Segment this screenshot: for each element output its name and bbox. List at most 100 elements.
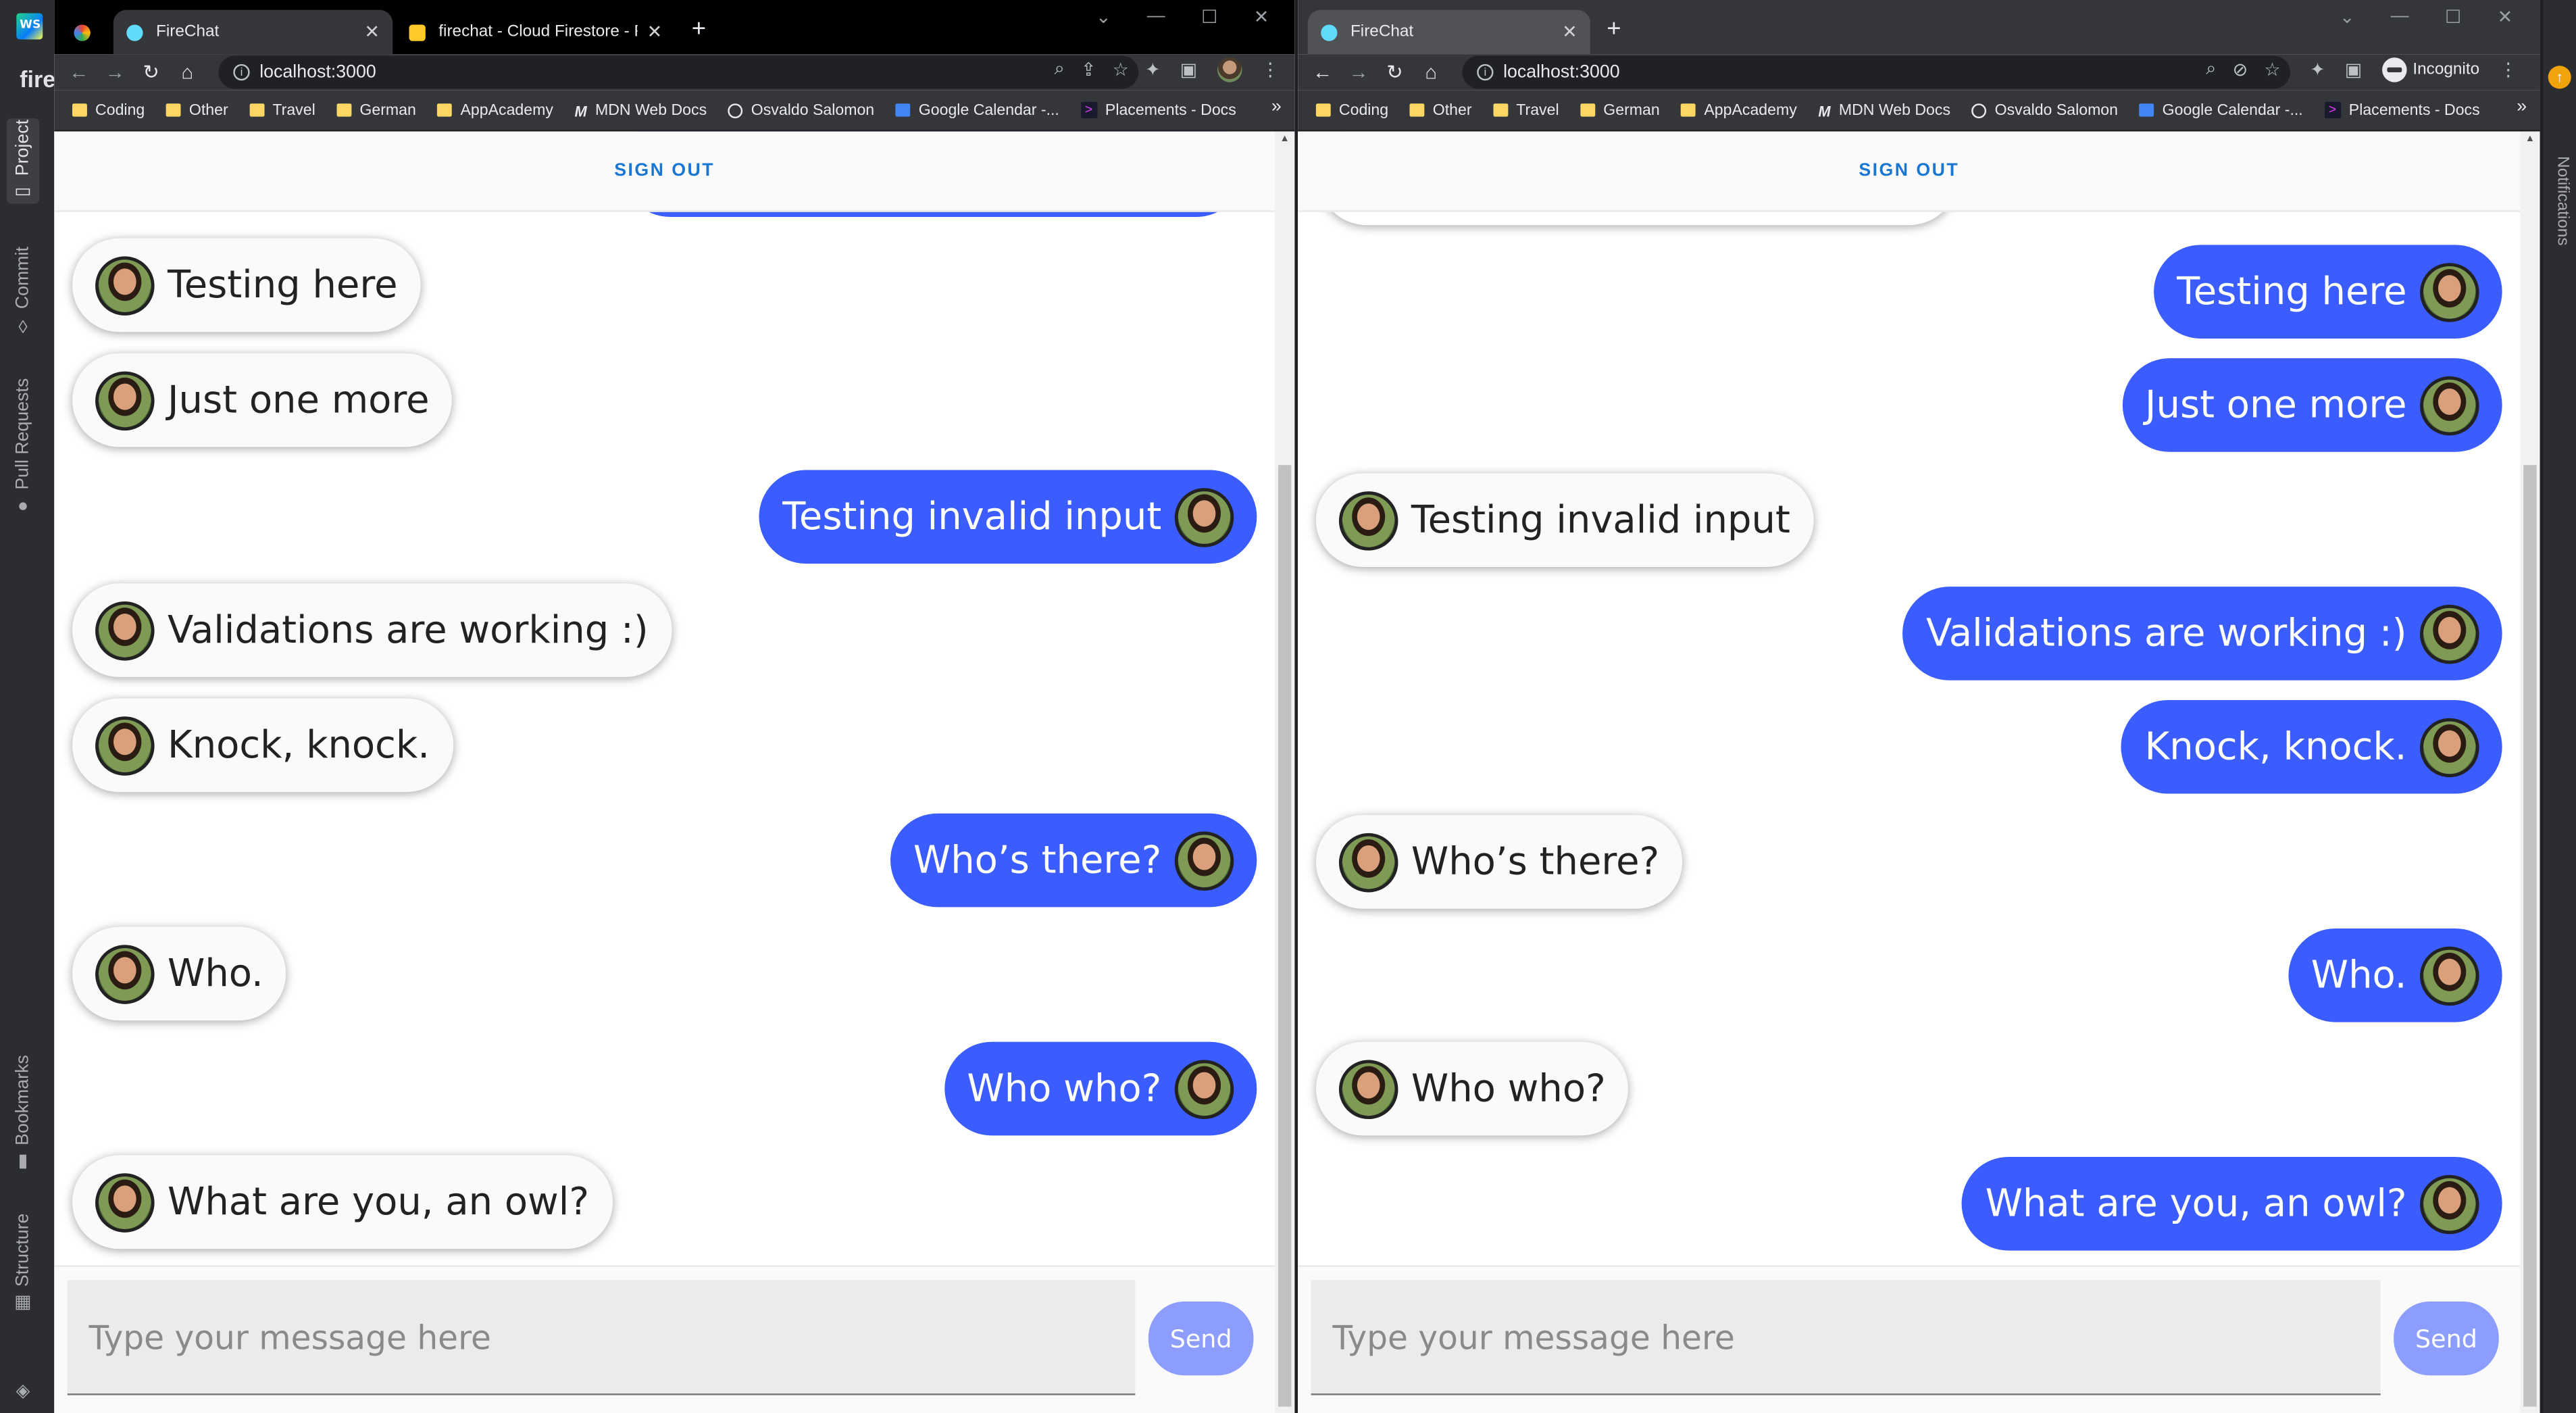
message-text: What are you, an owl? — [168, 1181, 590, 1224]
ide-tab-project[interactable]: ▭ Project — [6, 118, 40, 204]
scroll-up-icon[interactable]: ▲ — [2520, 134, 2540, 145]
tab-strip: FireChat ✕ firechat - Cloud Firestore - … — [54, 0, 1295, 55]
chevron-down-icon[interactable]: ⌄ — [2340, 7, 2354, 28]
react-icon — [126, 24, 143, 41]
close-icon[interactable]: ✕ — [647, 22, 662, 43]
reload-icon[interactable]: ↻ — [1377, 61, 1413, 84]
more-bookmarks-icon[interactable]: » — [1271, 97, 1282, 116]
close-window-icon[interactable]: ✕ — [1254, 7, 1269, 28]
close-window-icon[interactable]: ✕ — [2498, 7, 2512, 28]
message-input[interactable] — [1311, 1280, 2381, 1395]
notification-badge-icon[interactable]: ↑ — [2548, 66, 2571, 89]
url-text[interactable]: localhost:3000 — [1503, 62, 1620, 82]
bookmark-google-calendar[interactable]: Google Calendar -... — [895, 101, 1059, 119]
window-controls: ⌄ — ☐ ✕ — [2340, 7, 2512, 28]
bookmark-german[interactable]: German — [1580, 101, 1660, 119]
ide-tab-pull-requests[interactable]: ● Pull Requests — [7, 372, 40, 516]
more-bookmarks-icon[interactable]: » — [2517, 97, 2527, 116]
bookmark-mdn[interactable]: M MDN Web Docs — [575, 101, 707, 120]
chevron-down-icon[interactable]: ⌄ — [1096, 7, 1111, 28]
mdn-icon: M — [1818, 103, 1831, 120]
bookmark-other[interactable]: Other — [1409, 101, 1472, 119]
avatar — [2420, 262, 2479, 322]
minimize-icon[interactable]: — — [2391, 7, 2409, 28]
bookmark-appacademy[interactable]: AppAcademy — [1681, 101, 1797, 119]
ide-tab-structure[interactable]: ▦ Structure — [7, 1206, 40, 1315]
forward-arrow-icon[interactable]: → — [97, 61, 132, 84]
tab-firechat[interactable]: FireChat ✕ — [1307, 9, 1590, 55]
minimize-icon[interactable]: — — [1147, 7, 1165, 28]
scrollbar-thumb[interactable] — [2523, 465, 2537, 1407]
more-menu-icon[interactable]: ⋮ — [1261, 59, 1280, 80]
bookmark-other[interactable]: Other — [166, 101, 228, 119]
message-text: Testing here — [2177, 270, 2407, 314]
message-text: Who who? — [967, 1067, 1162, 1110]
back-arrow-icon[interactable]: ← — [61, 61, 97, 84]
back-arrow-icon[interactable]: ← — [1305, 61, 1340, 84]
incognito-indicator[interactable]: Incognito — [2381, 57, 2479, 82]
side-panel-icon[interactable]: ▣ — [1180, 59, 1197, 80]
ide-layers-icon[interactable]: ◈ — [7, 1377, 40, 1404]
extensions-puzzle-icon[interactable]: ✦ — [1145, 59, 1160, 80]
extensions-puzzle-icon[interactable]: ✦ — [2310, 59, 2325, 80]
star-icon[interactable]: ☆ — [1113, 59, 1129, 80]
reload-icon[interactable]: ↻ — [133, 61, 169, 84]
bookmark-mdn[interactable]: M MDN Web Docs — [1818, 101, 1950, 120]
ide-tab-commit[interactable]: ◊ Commit — [7, 243, 40, 335]
maximize-icon[interactable]: ☐ — [1201, 7, 1217, 28]
close-icon[interactable]: ✕ — [1562, 22, 1577, 43]
send-button[interactable]: Send — [1148, 1301, 1254, 1376]
ide-tab-bookmarks[interactable]: ▮ Bookmarks — [7, 1048, 40, 1173]
scrollbar[interactable]: ▲ — [2520, 131, 2540, 1413]
url-text[interactable]: localhost:3000 — [259, 62, 376, 82]
tab-firechat[interactable]: FireChat ✕ — [113, 9, 393, 55]
calendar-icon — [2139, 103, 2154, 117]
forward-arrow-icon[interactable]: → — [1340, 61, 1376, 84]
home-icon[interactable]: ⌂ — [1413, 61, 1448, 84]
sign-out-button[interactable]: SIGN OUT — [614, 161, 715, 180]
share-icon[interactable]: ⇪ — [1081, 59, 1096, 80]
bookmark-osvaldo[interactable]: Osvaldo Salomon — [1971, 101, 2118, 119]
new-tab-plus-icon[interactable]: + — [1607, 15, 1621, 43]
bookmark-travel[interactable]: Travel — [249, 101, 315, 119]
eye-off-icon[interactable]: ⊘ — [2233, 59, 2248, 80]
bookmark-label: Placements - Docs — [1105, 101, 1236, 120]
ide-tab-notifications[interactable]: Notifications — [2553, 156, 2571, 245]
scrollbar-thumb[interactable] — [1278, 465, 1292, 1407]
message-text: Who who? — [1411, 1067, 1606, 1110]
bookmark-placements[interactable]: > Placements - Docs — [2324, 101, 2480, 119]
scrollbar[interactable]: ▲ — [1275, 131, 1295, 1413]
zoom-icon[interactable]: ⌕ — [1055, 59, 1065, 81]
info-icon[interactable]: i — [1477, 64, 1494, 81]
more-menu-icon[interactable]: ⋮ — [2499, 59, 2517, 80]
address-bar[interactable]: i localhost:3000 ⌕ ⇪ ☆ — [218, 55, 1139, 89]
bookmark-placements[interactable]: > Placements - Docs — [1080, 101, 1236, 120]
bookmark-german[interactable]: German — [336, 101, 416, 119]
avatar — [95, 600, 155, 660]
close-icon[interactable]: ✕ — [364, 22, 379, 43]
zoom-icon[interactable]: ⌕ — [2206, 59, 2216, 81]
message-input[interactable] — [67, 1280, 1136, 1395]
ide-project-name: fire — [20, 66, 56, 93]
send-button[interactable]: Send — [2394, 1301, 2499, 1376]
bookmark-travel[interactable]: Travel — [1493, 101, 1559, 119]
tab-firestore[interactable]: firechat - Cloud Firestore - Fireba ✕ — [396, 10, 675, 55]
home-icon[interactable]: ⌂ — [169, 61, 205, 84]
star-icon[interactable]: ☆ — [2264, 59, 2280, 80]
maximize-icon[interactable]: ☐ — [2445, 7, 2461, 28]
bookmark-coding[interactable]: Coding — [1315, 101, 1388, 119]
sign-out-button[interactable]: SIGN OUT — [1859, 161, 1959, 180]
bookmark-osvaldo[interactable]: Osvaldo Salomon — [728, 101, 874, 119]
new-tab-plus-icon[interactable]: + — [692, 15, 706, 43]
side-panel-icon[interactable]: ▣ — [2345, 59, 2362, 80]
bookmark-coding[interactable]: Coding — [72, 101, 145, 119]
message-text: Testing here — [168, 264, 398, 307]
address-bar[interactable]: i localhost:3000 ⌕ ⊘ ☆ — [1462, 55, 2290, 89]
scroll-up-icon[interactable]: ▲ — [1275, 134, 1294, 145]
info-icon[interactable]: i — [233, 64, 250, 81]
structure-icon: ▦ — [14, 1293, 34, 1315]
bookmark-appacademy[interactable]: AppAcademy — [437, 101, 553, 119]
bookmark-google-calendar[interactable]: Google Calendar -... — [2139, 101, 2303, 119]
profile-avatar-icon[interactable] — [1217, 57, 1242, 82]
tab-pinned[interactable] — [61, 10, 113, 55]
